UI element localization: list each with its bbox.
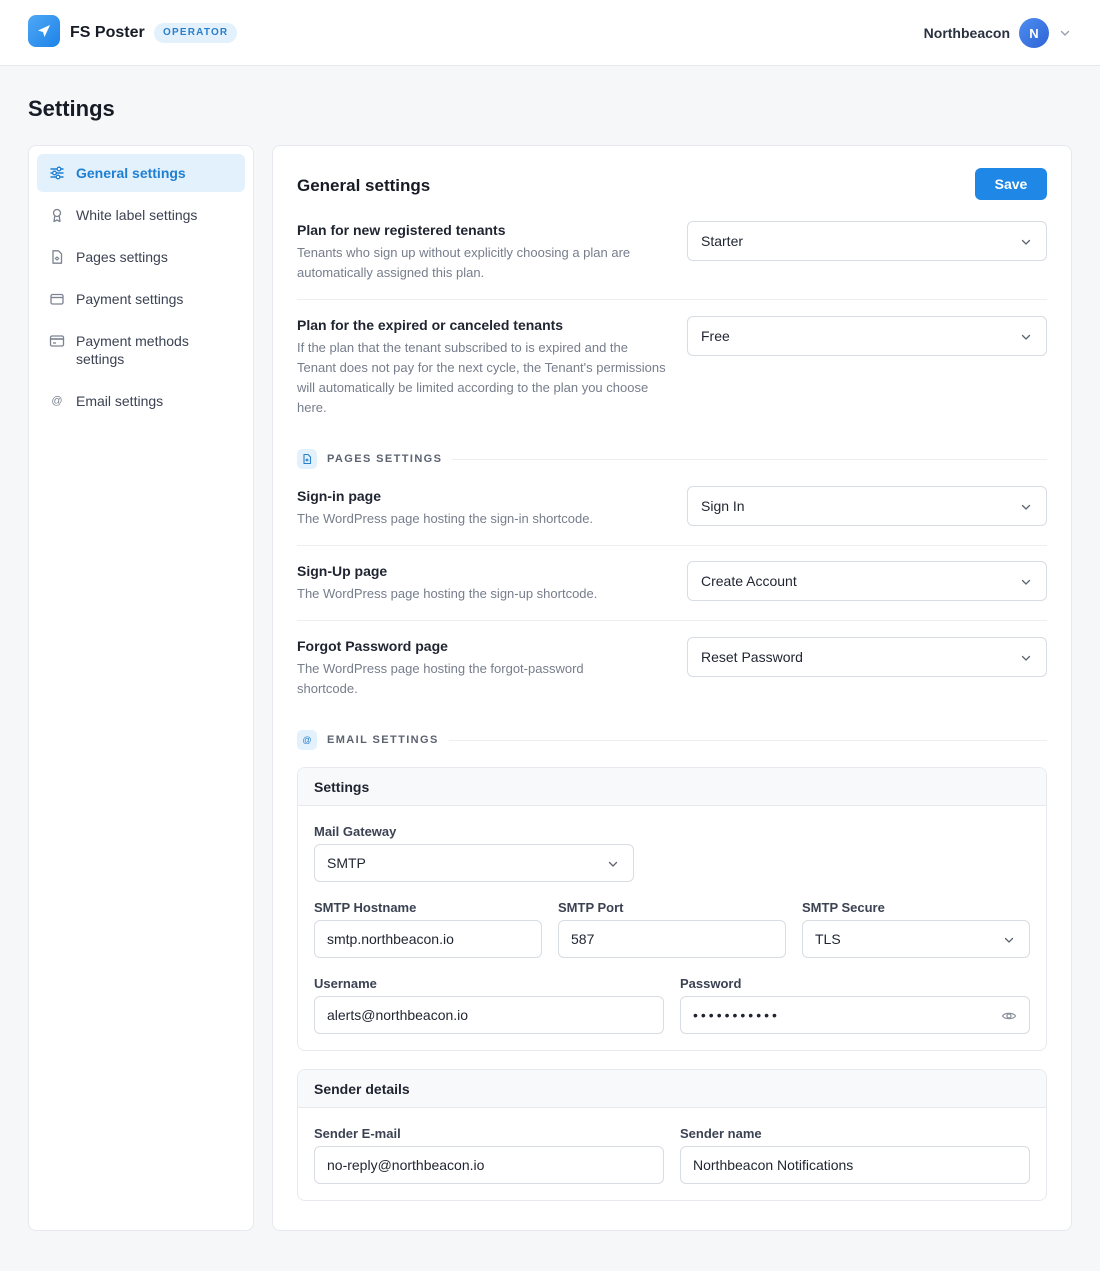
divider — [297, 299, 1047, 300]
smtp-port-label: SMTP Port — [558, 900, 624, 915]
signin-page-label: Sign-in page — [297, 488, 381, 504]
sidebar-item-white-label[interactable]: White label settings — [37, 196, 245, 234]
plan-expired-select[interactable]: Free — [687, 316, 1047, 356]
divider — [297, 545, 1047, 546]
chevron-down-icon — [1021, 504, 1031, 510]
sidebar-item-label: Payment settings — [76, 291, 184, 307]
app-name: FS Poster — [70, 24, 145, 41]
smtp-secure-value: TLS — [815, 931, 841, 947]
document-icon — [49, 249, 65, 265]
plan-new-label: Plan for new registered tenants — [297, 222, 506, 238]
avatar[interactable]: N — [1019, 18, 1049, 48]
save-button[interactable]: Save — [975, 168, 1047, 200]
chevron-down-icon — [1004, 937, 1014, 943]
section-label: PAGES SETTINGS — [327, 453, 443, 465]
sender-name-value: Northbeacon Notifications — [693, 1157, 854, 1173]
panel-title: Settings — [298, 768, 1046, 806]
signup-page-description: The WordPress page hosting the sign-up s… — [297, 586, 598, 601]
mail-gateway-value: SMTP — [327, 855, 366, 871]
document-icon — [297, 449, 317, 469]
username-input[interactable]: alerts@northbeacon.io — [314, 996, 664, 1034]
signup-page-label: Sign-Up page — [297, 563, 388, 579]
signup-page-select[interactable]: Create Account — [687, 561, 1047, 601]
forgot-page-value: Reset Password — [701, 649, 803, 665]
sidebar-item-label: White label settings — [76, 207, 198, 223]
chevron-down-icon — [1021, 655, 1031, 661]
app-logo[interactable] — [28, 15, 60, 47]
sidebar-item-label: General settings — [76, 165, 186, 181]
divider — [452, 458, 1047, 460]
settings-sidebar: General settings White label settings Pa… — [28, 145, 254, 1231]
forgot-page-description: The WordPress page hosting the forgot-pa… — [297, 661, 584, 696]
username-label: Username — [314, 976, 377, 991]
signup-page-value: Create Account — [701, 573, 797, 589]
paper-plane-icon — [38, 25, 50, 37]
sidebar-item-payment[interactable]: Payment settings — [37, 280, 245, 318]
general-settings-card: General settings Save Plan for new regis… — [272, 145, 1072, 1231]
sidebar-item-general[interactable]: General settings — [37, 154, 245, 192]
sidebar-item-label: Payment methods settings — [76, 333, 189, 367]
smtp-secure-select[interactable]: TLS — [802, 920, 1030, 958]
sender-name-input[interactable]: Northbeacon Notifications — [680, 1146, 1030, 1184]
forgot-page-label: Forgot Password page — [297, 638, 448, 654]
chevron-down-icon[interactable] — [1059, 27, 1071, 39]
signin-page-select[interactable]: Sign In — [687, 486, 1047, 526]
smtp-hostname-label: SMTP Hostname — [314, 900, 417, 915]
sidebar-item-label: Pages settings — [76, 249, 168, 265]
plan-expired-label: Plan for the expired or canceled tenants — [297, 317, 564, 333]
chevron-down-icon — [1021, 239, 1031, 245]
credit-card-icon — [49, 333, 65, 349]
at-sign-icon: @ — [297, 730, 317, 750]
page-title: Settings — [28, 96, 115, 121]
password-input[interactable]: ••••••••••• — [680, 996, 1030, 1034]
sender-details-panel: Sender details Sender E-mail no-reply@no… — [297, 1069, 1047, 1201]
sender-name-label: Sender name — [680, 1126, 762, 1141]
eye-icon[interactable] — [1001, 1008, 1017, 1024]
password-value: ••••••••••• — [693, 1007, 780, 1023]
sender-email-input[interactable]: no-reply@northbeacon.io — [314, 1146, 664, 1184]
sliders-icon — [49, 165, 65, 181]
chevron-down-icon — [1021, 579, 1031, 585]
forgot-page-select[interactable]: Reset Password — [687, 637, 1047, 677]
section-title: General settings — [297, 176, 431, 195]
at-sign-icon: @ — [51, 395, 63, 407]
plan-new-select[interactable]: Starter — [687, 221, 1047, 261]
chevron-down-icon — [1021, 334, 1031, 340]
username-value: alerts@northbeacon.io — [327, 1007, 469, 1023]
smtp-hostname-value: smtp.northbeacon.io — [327, 931, 454, 947]
email-settings-panel: Settings Mail Gateway SMTP SMTP Hostname… — [297, 767, 1047, 1051]
divider — [448, 739, 1047, 741]
plan-expired-description: If the plan that the tenant subscribed t… — [297, 340, 666, 415]
signin-page-value: Sign In — [701, 498, 745, 514]
sidebar-item-email[interactable]: @ Email settings — [37, 382, 245, 420]
mail-gateway-select[interactable]: SMTP — [314, 844, 634, 882]
sidebar-item-pages[interactable]: Pages settings — [37, 238, 245, 276]
pages-section-header: PAGES SETTINGS — [297, 449, 1047, 469]
signin-page-description: The WordPress page hosting the sign-in s… — [297, 511, 594, 526]
plan-new-value: Starter — [701, 233, 744, 249]
badge-icon — [49, 207, 65, 223]
sidebar-item-label: Email settings — [76, 393, 164, 409]
plan-new-description: Tenants who sign up without explicitly c… — [297, 245, 631, 280]
panel-title: Sender details — [298, 1070, 1046, 1108]
sender-email-value: no-reply@northbeacon.io — [327, 1157, 485, 1173]
user-name[interactable]: Northbeacon — [924, 25, 1010, 41]
smtp-secure-label: SMTP Secure — [802, 900, 885, 915]
top-bar: FS Poster OPERATOR Northbeacon N — [0, 0, 1100, 66]
smtp-hostname-input[interactable]: smtp.northbeacon.io — [314, 920, 542, 958]
section-label: EMAIL SETTINGS — [327, 734, 439, 746]
sender-email-label: Sender E-mail — [314, 1126, 401, 1141]
email-section-header: @ EMAIL SETTINGS — [297, 730, 1047, 750]
plan-expired-value: Free — [701, 328, 730, 344]
role-badge: OPERATOR — [154, 23, 238, 43]
divider — [297, 620, 1047, 621]
sidebar-item-payment-methods[interactable]: Payment methods settings — [37, 322, 245, 378]
wallet-icon — [49, 291, 65, 307]
smtp-port-input[interactable]: 587 — [558, 920, 786, 958]
chevron-down-icon — [608, 861, 618, 867]
mail-gateway-label: Mail Gateway — [314, 824, 397, 839]
password-label: Password — [680, 976, 742, 991]
smtp-port-value: 587 — [571, 931, 595, 947]
